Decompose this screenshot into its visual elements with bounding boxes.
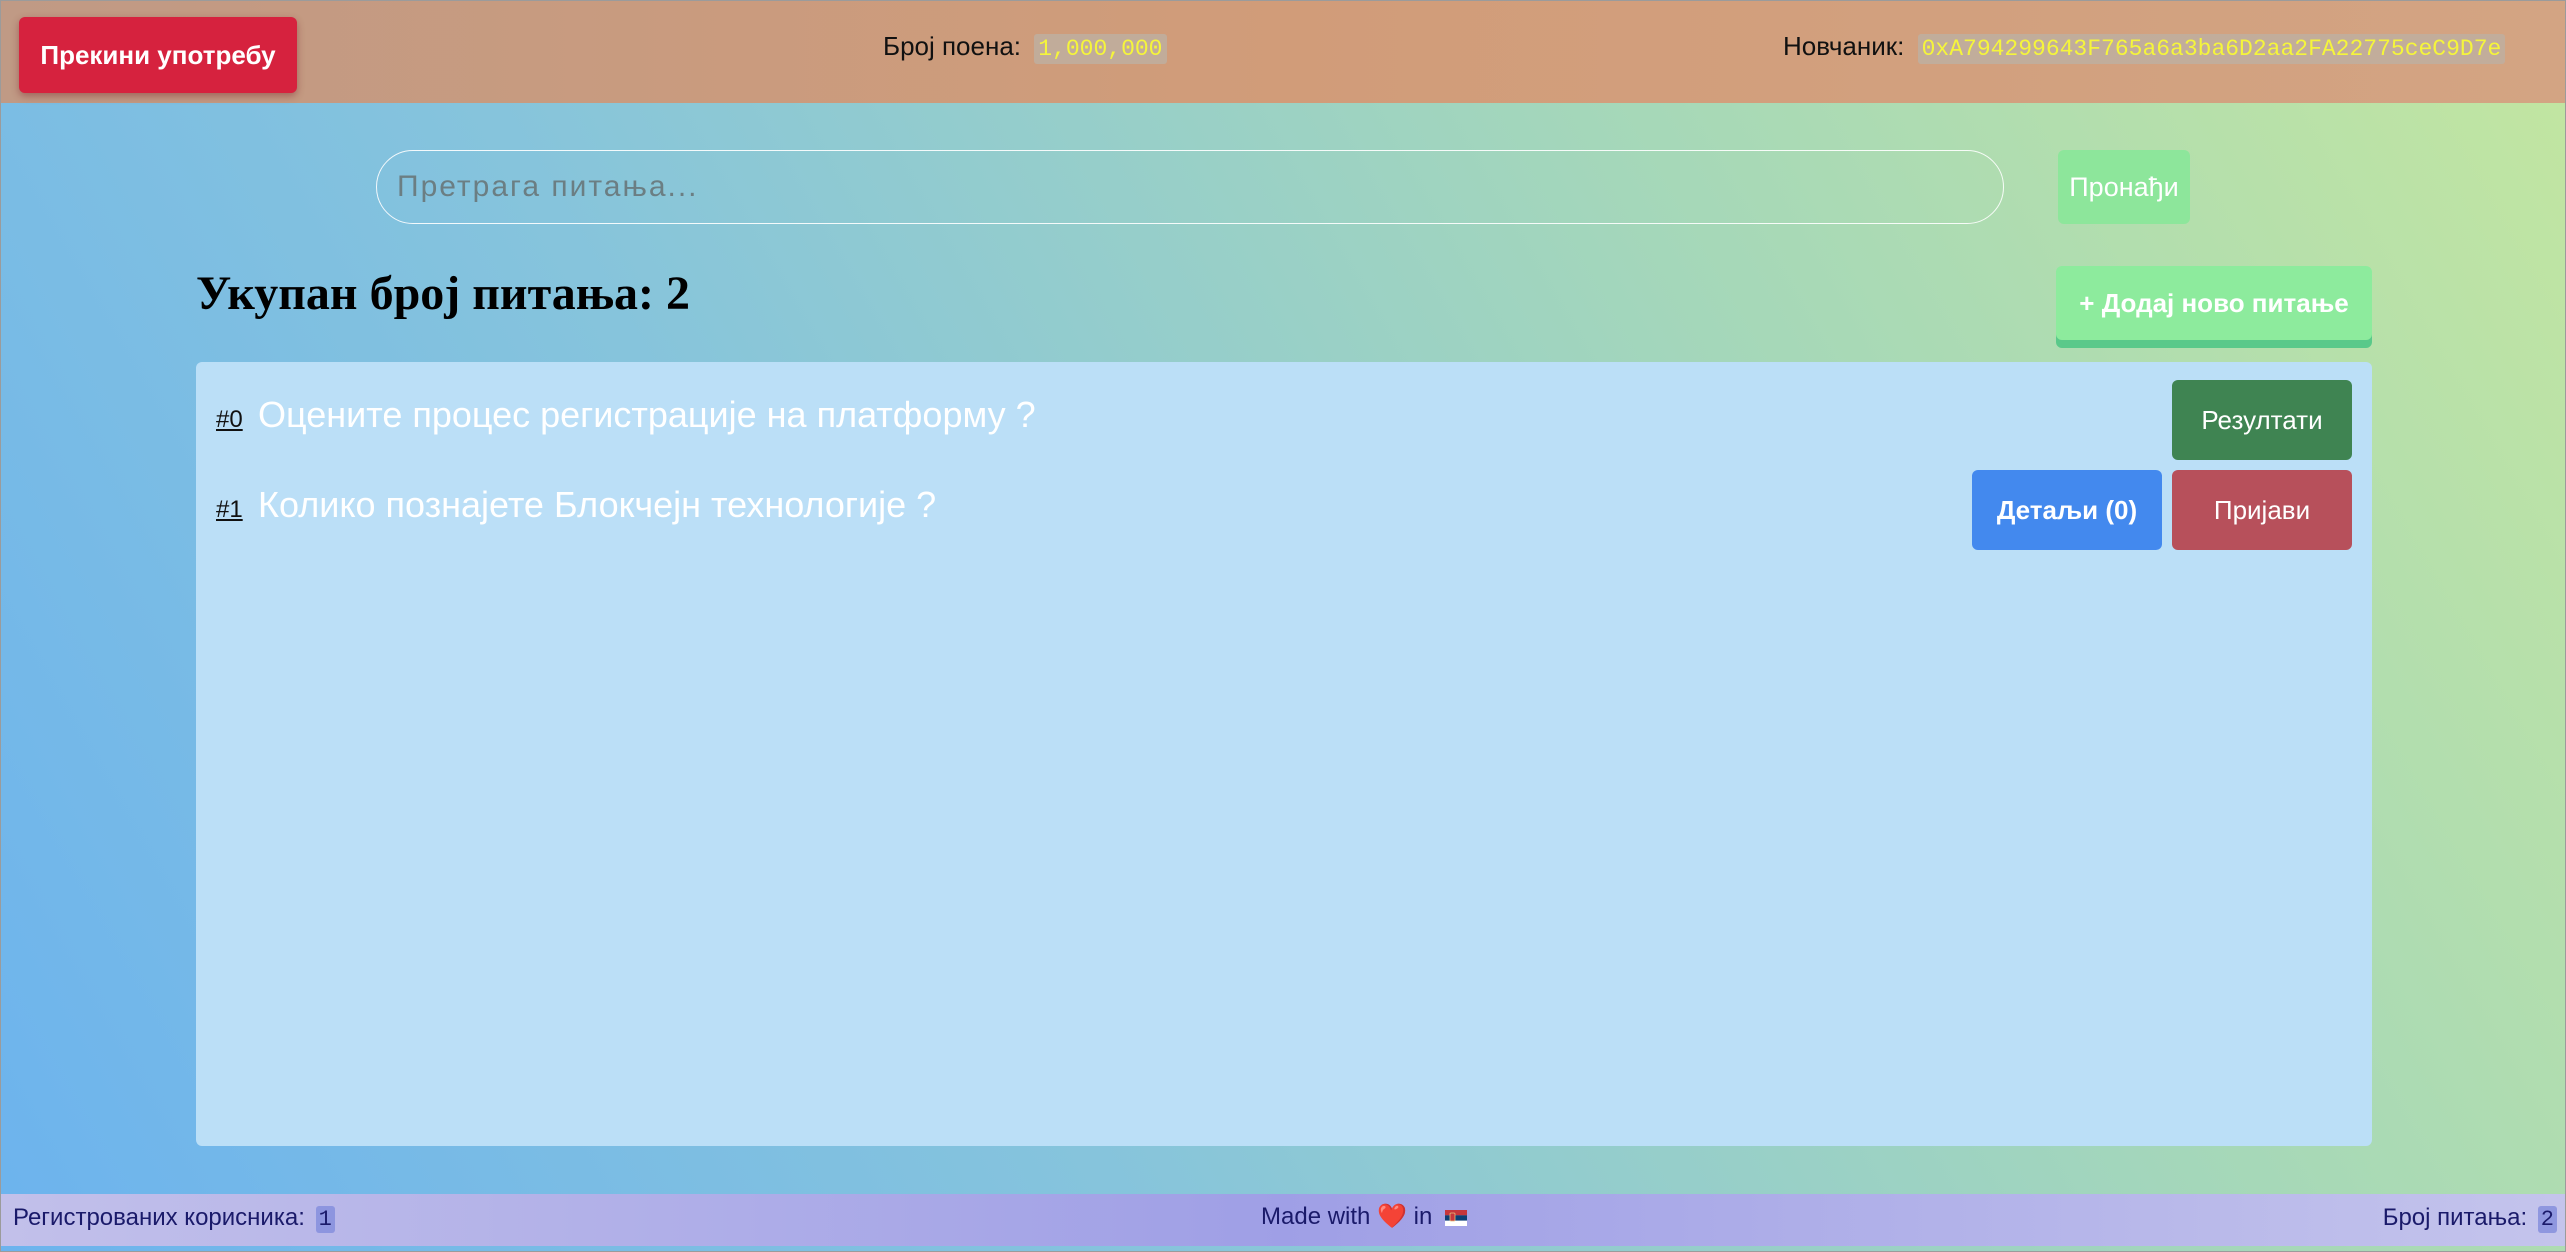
made-with-credit: Made with ❤️ in bbox=[1261, 1202, 1467, 1231]
registered-users-count: 1 bbox=[315, 1206, 335, 1233]
footer-bar: Регистрованих корисника: 1 Made with ❤️ … bbox=[1, 1194, 2565, 1246]
quit-button[interactable]: Прекини употребу bbox=[19, 17, 297, 93]
search-input[interactable] bbox=[376, 150, 2004, 224]
heart-icon: ❤️ bbox=[1377, 1203, 1407, 1230]
points-label: Број поена: bbox=[883, 31, 1022, 61]
results-button[interactable]: Резултати bbox=[2172, 380, 2352, 460]
wallet-display: Новчаник: 0xA794299643F765a6a3ba6D2aa2FA… bbox=[1783, 31, 2506, 64]
question-index-link[interactable]: #0 bbox=[216, 406, 243, 434]
registered-users-label: Регистрованих корисника: bbox=[13, 1204, 305, 1231]
wallet-address: 0xA794299643F765a6a3ba6D2aa2FA22775ceC9D… bbox=[1917, 34, 2506, 64]
wallet-label: Новчаник: bbox=[1783, 31, 1905, 61]
questions-count: Број питања: 2 bbox=[2382, 1204, 2557, 1233]
page-title: Укупан број питања: 2 bbox=[196, 267, 690, 320]
find-button[interactable]: Пронађи bbox=[2058, 150, 2190, 224]
question-text: Колико познајете Блокчејн технологије ? bbox=[258, 484, 937, 525]
points-value: 1,000,000 bbox=[1034, 34, 1167, 64]
made-with-in-text: in bbox=[1413, 1203, 1433, 1230]
made-with-text: Made with bbox=[1261, 1203, 1371, 1230]
report-button[interactable]: Пријави bbox=[2172, 470, 2352, 550]
question-row: #1 Колико познајете Блокчејн технологије… bbox=[216, 470, 2352, 550]
add-question-button[interactable]: + Додај ново питање bbox=[2056, 266, 2372, 340]
details-button[interactable]: Детаљи (0) bbox=[1972, 470, 2162, 550]
serbia-flag-icon bbox=[1444, 1209, 1467, 1226]
question-row: #0 Оцените процес регистрације на платфо… bbox=[216, 380, 2352, 460]
questions-count-value: 2 bbox=[2537, 1206, 2557, 1233]
points-display: Број поена: 1,000,000 bbox=[883, 31, 1167, 64]
question-index-link[interactable]: #1 bbox=[216, 496, 243, 524]
questions-count-label: Број питања: bbox=[2382, 1204, 2528, 1231]
questions-panel: #0 Оцените процес регистрације на платфо… bbox=[196, 362, 2372, 1146]
registered-users: Регистрованих корисника: 1 bbox=[13, 1204, 335, 1233]
top-bar: Прекини употребу Број поена: 1,000,000 Н… bbox=[1, 1, 2565, 103]
question-text: Оцените процес регистрације на платформу… bbox=[258, 394, 1036, 435]
